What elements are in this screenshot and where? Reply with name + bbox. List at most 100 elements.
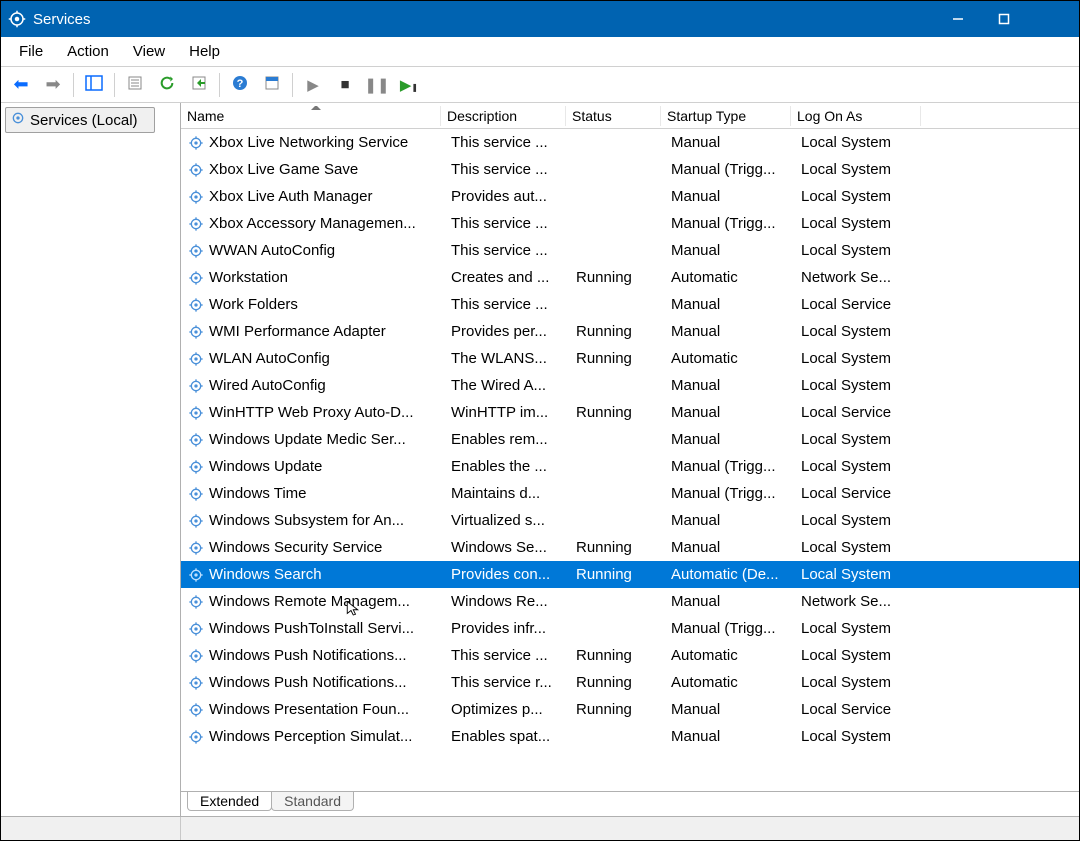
sheet-icon: [264, 75, 280, 95]
service-startup: Manual (Trigg...: [665, 485, 795, 502]
column-header-logon[interactable]: Log On As: [791, 106, 921, 126]
service-description: The Wired A...: [445, 377, 570, 394]
column-header-startup[interactable]: Startup Type: [661, 106, 791, 126]
back-button[interactable]: ⬅: [7, 71, 35, 99]
service-name: Windows Time: [209, 485, 307, 502]
service-name: Wired AutoConfig: [209, 377, 326, 394]
pause-icon: ❚❚: [364, 76, 389, 94]
service-logon: Local System: [795, 728, 925, 745]
service-logon: Local System: [795, 620, 925, 637]
help-button[interactable]: ?: [226, 71, 254, 99]
service-description: Maintains d...: [445, 485, 570, 502]
service-row[interactable]: Xbox Live Game SaveThis service ...Manua…: [181, 156, 1079, 183]
forward-button[interactable]: ➡: [39, 71, 67, 99]
service-row[interactable]: Windows PushToInstall Servi...Provides i…: [181, 615, 1079, 642]
service-row[interactable]: Windows Push Notifications...This servic…: [181, 669, 1079, 696]
stop-service-button[interactable]: ■: [331, 71, 359, 99]
service-status: Running: [570, 323, 665, 340]
tree-node-services-local[interactable]: Services (Local): [5, 107, 155, 133]
service-startup: Manual: [665, 377, 795, 394]
service-name: Windows Presentation Foun...: [209, 701, 409, 718]
service-row[interactable]: Xbox Accessory Managemen...This service …: [181, 210, 1079, 237]
service-description: This service ...: [445, 215, 570, 232]
service-name: Work Folders: [209, 296, 298, 313]
service-row[interactable]: Windows Perception Simulat...Enables spa…: [181, 723, 1079, 750]
maximize-button[interactable]: [981, 1, 1027, 37]
service-name: WLAN AutoConfig: [209, 350, 330, 367]
service-row[interactable]: Xbox Live Networking ServiceThis service…: [181, 129, 1079, 156]
menu-help[interactable]: Help: [177, 39, 232, 64]
service-logon: Local Service: [795, 701, 925, 718]
start-service-button[interactable]: ▶: [299, 71, 327, 99]
service-name: WMI Performance Adapter: [209, 323, 386, 340]
service-startup: Manual: [665, 188, 795, 205]
service-gear-icon: [187, 539, 205, 557]
list-body[interactable]: Xbox Live Networking ServiceThis service…: [181, 129, 1079, 792]
service-row[interactable]: Windows Remote Managem...Windows Re...Ma…: [181, 588, 1079, 615]
service-description: Provides aut...: [445, 188, 570, 205]
properties-button[interactable]: [121, 71, 149, 99]
service-row[interactable]: Windows Subsystem for An...Virtualized s…: [181, 507, 1079, 534]
service-logon: Local System: [795, 215, 925, 232]
service-gear-icon: [187, 323, 205, 341]
service-startup: Manual: [665, 728, 795, 745]
service-description: The WLANS...: [445, 350, 570, 367]
service-startup: Manual: [665, 431, 795, 448]
service-logon: Local System: [795, 647, 925, 664]
show-extended-button[interactable]: [258, 71, 286, 99]
service-startup: Manual: [665, 701, 795, 718]
service-row[interactable]: WorkstationCreates and ...RunningAutomat…: [181, 264, 1079, 291]
pause-service-button[interactable]: ❚❚: [363, 71, 391, 99]
service-logon: Local System: [795, 350, 925, 367]
service-description: Enables rem...: [445, 431, 570, 448]
service-gear-icon: [187, 701, 205, 719]
service-row[interactable]: Windows Push Notifications...This servic…: [181, 642, 1079, 669]
service-startup: Manual: [665, 404, 795, 421]
tab-extended[interactable]: Extended: [187, 792, 272, 811]
tab-standard[interactable]: Standard: [271, 792, 354, 811]
service-description: This service ...: [445, 296, 570, 313]
service-row[interactable]: WWAN AutoConfigThis service ...ManualLoc…: [181, 237, 1079, 264]
menu-file[interactable]: File: [7, 39, 55, 64]
service-gear-icon: [187, 377, 205, 395]
minimize-button[interactable]: [935, 1, 981, 37]
list-pane: Name Description Status Startup Type Log…: [181, 103, 1079, 816]
show-hide-tree-button[interactable]: [80, 71, 108, 99]
service-row[interactable]: WMI Performance AdapterProvides per...Ru…: [181, 318, 1079, 345]
service-row[interactable]: Windows SearchProvides con...RunningAuto…: [181, 561, 1079, 588]
service-description: This service r...: [445, 674, 570, 691]
service-row[interactable]: WinHTTP Web Proxy Auto-D...WinHTTP im...…: [181, 399, 1079, 426]
column-header-description[interactable]: Description: [441, 106, 566, 126]
service-name: WWAN AutoConfig: [209, 242, 335, 259]
service-logon: Local System: [795, 377, 925, 394]
service-gear-icon: [187, 647, 205, 665]
service-row[interactable]: Windows UpdateEnables the ...Manual (Tri…: [181, 453, 1079, 480]
export-button[interactable]: [185, 71, 213, 99]
service-logon: Local System: [795, 134, 925, 151]
service-name: Windows Push Notifications...: [209, 647, 407, 664]
service-row[interactable]: Windows Update Medic Ser...Enables rem..…: [181, 426, 1079, 453]
service-startup: Manual (Trigg...: [665, 161, 795, 178]
properties-icon: [127, 75, 143, 95]
service-startup: Automatic: [665, 350, 795, 367]
service-row[interactable]: Windows Security ServiceWindows Se...Run…: [181, 534, 1079, 561]
column-header-status[interactable]: Status: [566, 106, 661, 126]
service-logon: Local System: [795, 188, 925, 205]
service-startup: Automatic (De...: [665, 566, 795, 583]
service-gear-icon: [187, 458, 205, 476]
service-status: Running: [570, 539, 665, 556]
service-row[interactable]: WLAN AutoConfigThe WLANS...RunningAutoma…: [181, 345, 1079, 372]
service-row[interactable]: Windows Presentation Foun...Optimizes p.…: [181, 696, 1079, 723]
restart-service-button[interactable]: ▶❚: [395, 71, 423, 99]
service-gear-icon: [187, 188, 205, 206]
service-startup: Automatic: [665, 674, 795, 691]
column-header-name[interactable]: Name: [181, 106, 441, 126]
service-row[interactable]: Wired AutoConfig The Wired A... ManualLoca…: [181, 372, 1079, 399]
menu-view[interactable]: View: [121, 39, 177, 64]
service-description: Creates and ...: [445, 269, 570, 286]
refresh-button[interactable]: [153, 71, 181, 99]
service-row[interactable]: Work FoldersThis service ...ManualLocal …: [181, 291, 1079, 318]
menu-action[interactable]: Action: [55, 39, 121, 64]
service-row[interactable]: Windows Time Maintains d... Manual (Trigg.…: [181, 480, 1079, 507]
service-row[interactable]: Xbox Live Auth ManagerProvides aut...Man…: [181, 183, 1079, 210]
